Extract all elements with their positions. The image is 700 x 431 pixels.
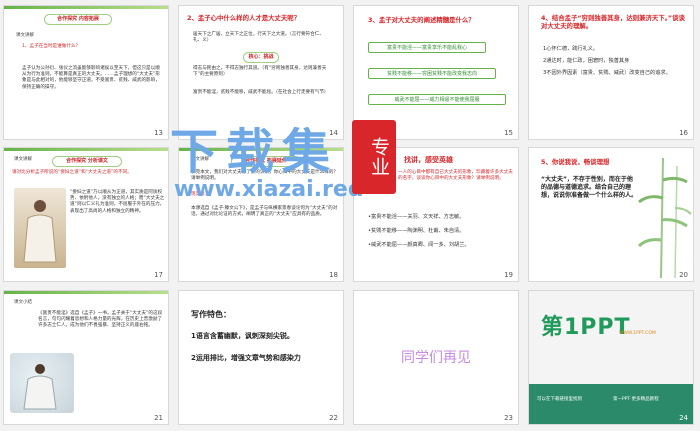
brand-subtitle: WWW.1PPT.COM: [619, 331, 656, 336]
watermark-stamp: 专业: [352, 120, 396, 194]
slide-number: 20: [679, 271, 688, 279]
slide-number: 23: [504, 414, 513, 422]
slide-number: 19: [504, 271, 513, 279]
item-3: •威武不能屈——颜真卿、闻一多、刘胡兰。: [368, 242, 470, 248]
slide-tag: 课文小结: [14, 300, 32, 305]
watermark-title: 下载集: [170, 124, 339, 180]
slide-number: 18: [329, 271, 338, 279]
slide-sorter: 合作探究 内容拓展 课文讲解 1、孟子在当时是谁做什么？ 孟子认为公孙衍、张仪之…: [0, 0, 700, 431]
body-text: 孟子认为公孙衍、张仪之流虽能够影响诸侯以至天下，但这只是以顺从为行为准则，不能算…: [22, 66, 160, 90]
footer-text-1: 可以在下载链接里找到: [537, 397, 582, 402]
point-1: 1语言含蓄幽默，讽刺深刻尖锐。: [191, 332, 294, 340]
item-2: •贫贱不能移——陶渊明、杜甫、朱自清。: [368, 228, 465, 234]
slide-title: 4、结合孟子“穷则独善其身，达则兼济天下。”谈谈对大丈夫的理解。: [541, 14, 685, 30]
slide-number: 21: [154, 414, 163, 422]
point-1: 居天下之广居，立天下之正位，行天下之大道。（言行要符合仁、礼、义）: [193, 32, 324, 44]
painting-image: [14, 188, 66, 268]
figure-icon: [23, 200, 57, 263]
card-3: 威武不能屈——威力相逼不能使我屈服: [368, 94, 506, 105]
slide-number: 15: [504, 129, 513, 137]
slide-number: 22: [329, 414, 338, 422]
slide-title: 2、孟子心中什么样的人才是大丈夫呢？: [187, 14, 301, 22]
footer-text-2: 第一PPT·更多精品教程: [613, 397, 659, 402]
figure-icon: [23, 364, 57, 410]
slide-tag: 课文讲解: [16, 33, 34, 38]
line-2: 2通达时，能仁政，困窘时，独善其身: [543, 58, 630, 64]
card-2: 贫贱不能移——穷困贫贱不能改变我志向: [368, 68, 496, 79]
watermark-url: www.xiazai.red: [174, 177, 364, 202]
slide-thumbnail-13[interactable]: 合作探究 内容拓展 课文讲解 1、孟子在当时是谁做什么？ 孟子认为公孙衍、张仪之…: [3, 5, 169, 140]
lead-text: 一人的心目中都有自己大丈夫的形象，珍藏着许多大丈夫的名字，谈谈你心目中的大丈夫形…: [398, 170, 513, 182]
body-text: 本课选自《孟子·滕文公下》，是孟子与纵横家景春谈论何为“大丈夫”的对话，通过对比…: [191, 206, 338, 218]
bamboo-icon: [637, 158, 692, 278]
slide-tag: 课文讲解: [14, 157, 32, 162]
slide-stripe: [4, 291, 168, 294]
point-2: 2运用排比，增强文章气势和感染力: [191, 354, 301, 362]
farewell-text: 同学们再见: [401, 350, 471, 366]
section-header: 合作探究 分析课文: [52, 156, 122, 167]
slide-title: 找讲，感受英雄: [404, 156, 453, 164]
slide-thumbnail-20[interactable]: 5、你说我说，畅谈理想 “大丈夫”，不存于性别，而在于他的品德与道德追求。结合自…: [528, 147, 694, 282]
slide-number: 16: [679, 129, 688, 137]
brand-logo: 第1PPT: [541, 315, 631, 340]
line-3: 3不因外界因素（富贵、贫贱、威武）改变自己的追求。: [543, 70, 671, 76]
body-text: 《富贵不能淫》选自《孟子》一书，孟子关于“大丈夫”的这段名言，句句闪耀着思想和人…: [38, 311, 163, 329]
slide-number: 17: [154, 271, 163, 279]
footer-band: [529, 384, 693, 424]
slide-stripe: [4, 148, 168, 151]
slide-thumbnail-23[interactable]: 同学们再见 23: [353, 290, 519, 425]
slide-thumbnail-22[interactable]: 写作特色： 1语言含蓄幽默，讽刺深刻尖锐。 2运用排比，增强文章气势和感染力 2…: [178, 290, 344, 425]
lead-text: 请对比分析孟子所说的“妾妇之道”和“大丈夫之道”的不同。: [12, 170, 132, 175]
slide-stripe: [4, 6, 168, 9]
slide-number: 13: [154, 129, 163, 137]
line-1: 1心怀仁德，践行礼义。: [543, 46, 599, 52]
item-1: •富贵不能淫——关羽、文天祥、方志敏。: [368, 214, 465, 220]
body-text: “妾妇之道”乃以顺从为正道，其实质是阿谀权势、依附他人，没有独立的人格；而“大丈…: [70, 190, 165, 214]
slide-thumbnail-17[interactable]: 课文讲解 合作探究 分析课文 请对比分析孟子所说的“妾妇之道”和“大丈夫之道”的…: [3, 147, 169, 282]
scholar-image: [10, 353, 74, 413]
slide-thumbnail-16[interactable]: 4、结合孟子“穷则独善其身，达则兼济天下。”谈谈对大丈夫的理解。 1心怀仁德，践…: [528, 5, 694, 140]
core-pill: 核心：挑战: [243, 52, 279, 63]
card-1: 富贵不能淫——富贵享乐不能乱我心: [368, 42, 486, 53]
question-text: 1、孟子在当时是谁做什么？: [22, 44, 81, 49]
slide-number: 24: [679, 414, 688, 422]
slide-thumbnail-24[interactable]: 第1PPT WWW.1PPT.COM 可以在下载链接里找到 第一PPT·更多精品…: [528, 290, 694, 425]
point-2: 得志与民由之，不得志独行其道。（有“穷则独善其身，达则兼善天下”的主要原则）: [193, 66, 327, 78]
slide-title: 写作特色：: [191, 310, 231, 319]
slide-title: 3、孟子对大丈夫的阐述精髓是什么？: [368, 16, 475, 24]
slide-thumbnail-21[interactable]: 课文小结 《富贵不能淫》选自《孟子》一书，孟子关于“大丈夫”的这段名言，句句闪耀…: [3, 290, 169, 425]
body-text: “大丈夫”，不存于性别，而在于他的品德与道德追求。结合自己的理想，说说你准备做一…: [541, 176, 638, 199]
section-header: 合作探究 内容拓展: [44, 14, 112, 25]
point-3: 富贵不能淫，贫贱不能移，威武不能屈。（在社会上行走要有气节）: [193, 90, 329, 95]
